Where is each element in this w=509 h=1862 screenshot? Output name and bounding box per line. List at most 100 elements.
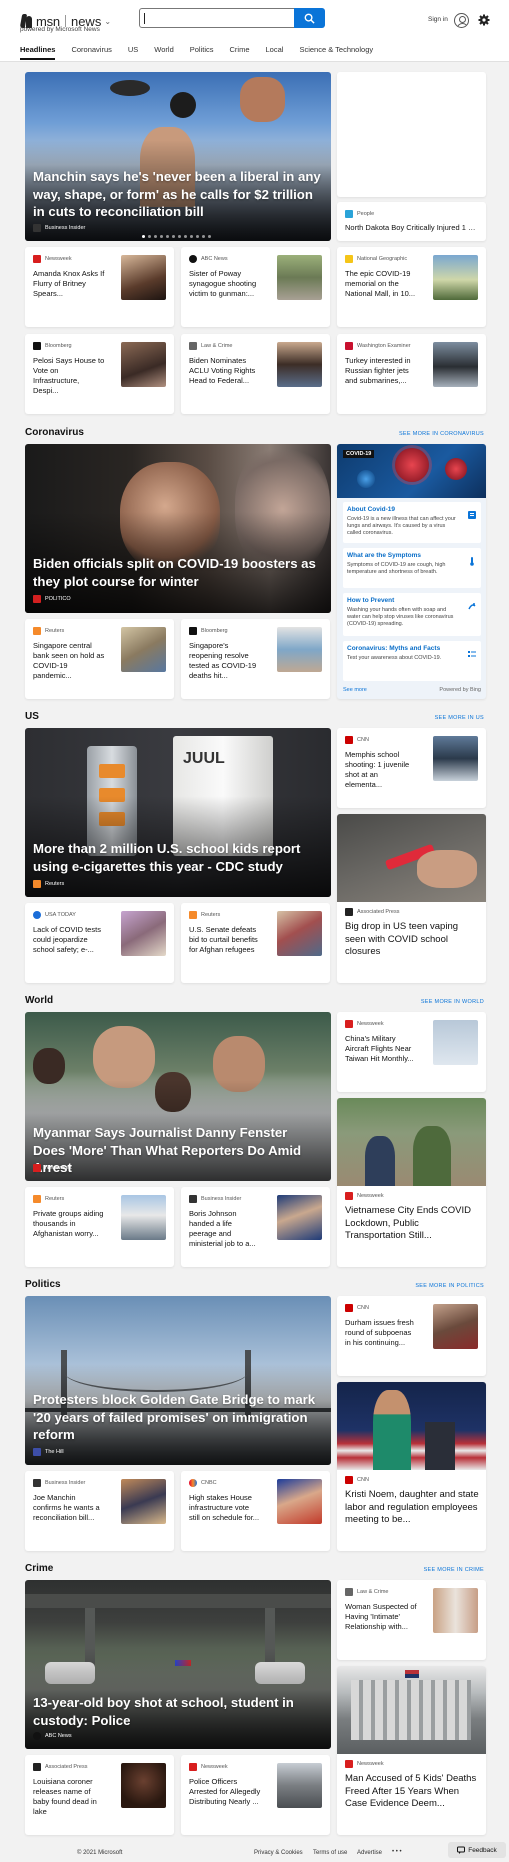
world-hero-card[interactable]: Myanmar Says Journalist Danny Fenster Do…	[25, 1012, 331, 1181]
card-headline[interactable]: Sister of Poway synagogue shooting victi…	[189, 269, 261, 299]
see-more-crime-link[interactable]: SEE MORE IN CRIME	[424, 1567, 484, 1573]
gear-icon[interactable]	[478, 14, 490, 26]
carousel-dot[interactable]	[154, 235, 157, 238]
covid-myths-row[interactable]: Coronavirus: Myths and Facts Test your a…	[343, 641, 481, 681]
search-button[interactable]	[294, 8, 325, 28]
card-headline[interactable]: Durham issues fresh round of subpoenas i…	[345, 1318, 417, 1348]
hero-headline[interactable]: Myanmar Says Journalist Danny Fenster Do…	[33, 1124, 323, 1177]
news-card[interactable]: Bloomberg Pelosi Says House to Vote on I…	[25, 334, 174, 414]
section-title-crime[interactable]: Crime	[25, 1563, 53, 1574]
more-options-button[interactable]: • • •	[392, 1849, 402, 1855]
terms-link[interactable]: Terms of use	[313, 1850, 347, 1856]
see-more-link[interactable]: See more	[343, 687, 367, 693]
section-title-us[interactable]: US	[25, 711, 39, 722]
crime-hero-card[interactable]: 13-year-old boy shot at school, student …	[25, 1580, 331, 1749]
card-headline[interactable]: Man Accused of 5 Kids' Deaths Freed Afte…	[345, 1773, 479, 1811]
covid-symptoms-row[interactable]: What are the Symptoms Symptoms of COVID-…	[343, 548, 481, 588]
hero-headline[interactable]: Biden officials split on COVID-19 booste…	[33, 555, 323, 590]
see-more-us-link[interactable]: SEE MORE IN US	[435, 715, 484, 721]
hero-headline[interactable]: Protesters block Golden Gate Bridge to m…	[33, 1391, 323, 1444]
news-card[interactable]: Newsweek Police Officers Arrested for Al…	[181, 1755, 330, 1835]
news-card[interactable]: CNN Durham issues fresh round of subpoen…	[337, 1296, 486, 1376]
nav-headlines[interactable]: Headlines	[20, 45, 56, 60]
card-headline[interactable]: Louisiana coroner releases name of baby …	[33, 1777, 105, 1817]
news-card[interactable]: Business Insider Boris Johnson handed a …	[181, 1187, 330, 1267]
card-headline[interactable]: Biden Nominates ACLU Voting Rights Head …	[189, 356, 261, 386]
nav-science-technology[interactable]: Science & Technology	[299, 45, 373, 60]
carousel-dot[interactable]	[196, 235, 199, 238]
nav-local[interactable]: Local	[266, 45, 284, 60]
news-card[interactable]: Law & Crime Biden Nominates ACLU Voting …	[181, 334, 330, 414]
news-card[interactable]: CNBC High stakes House infrastructure vo…	[181, 1471, 330, 1551]
nav-coronavirus[interactable]: Coronavirus	[71, 45, 111, 60]
card-headline[interactable]: U.S. Senate defeats bid to curtail benef…	[189, 925, 261, 955]
see-more-world-link[interactable]: SEE MORE IN WORLD	[421, 999, 484, 1005]
news-card[interactable]: Reuters Private groups aiding thousands …	[25, 1187, 174, 1267]
news-card[interactable]: Reuters Singapore central bank seen on h…	[25, 619, 174, 699]
card-headline[interactable]: The epic COVID-19 memorial on the Nation…	[345, 269, 417, 299]
carousel-dot[interactable]	[148, 235, 151, 238]
nav-crime[interactable]: Crime	[230, 45, 250, 60]
nav-us[interactable]: US	[128, 45, 138, 60]
advertise-link[interactable]: Advertise	[357, 1850, 382, 1856]
card-headline[interactable]: Lack of COVID tests could jeopardize sch…	[33, 925, 105, 955]
carousel-dot[interactable]	[160, 235, 163, 238]
news-card[interactable]: USA TODAY Lack of COVID tests could jeop…	[25, 903, 174, 983]
hero-headline[interactable]: 13-year-old boy shot at school, student …	[33, 1694, 323, 1729]
carousel-dots[interactable]	[142, 235, 211, 238]
carousel-dot[interactable]	[190, 235, 193, 238]
card-headline[interactable]: Joe Manchin confirms he wants a reconcil…	[33, 1493, 105, 1523]
card-headline[interactable]: Big drop in US teen vaping seen with COV…	[345, 921, 479, 959]
card-headline[interactable]: China's Military Aircraft Flights Near T…	[345, 1034, 417, 1064]
card-headline[interactable]: Boris Johnson handed a life peerage and …	[189, 1209, 261, 1249]
news-card[interactable]: Business Insider Joe Manchin confirms he…	[25, 1471, 174, 1551]
covid-prevent-row[interactable]: How to Prevent Washing your hands often …	[343, 593, 481, 636]
card-headline[interactable]: Turkey interested in Russian fighter jet…	[345, 356, 417, 386]
politics-hero-card[interactable]: Protesters block Golden Gate Bridge to m…	[25, 1296, 331, 1465]
card-headline[interactable]: Private groups aiding thousands in Afgha…	[33, 1209, 105, 1239]
carousel-dot[interactable]	[166, 235, 169, 238]
coronavirus-hero-card[interactable]: Biden officials split on COVID-19 booste…	[25, 444, 331, 613]
news-card[interactable]: Newsweek China's Military Aircraft Fligh…	[337, 1012, 486, 1092]
sign-in-link[interactable]: Sign in	[428, 16, 448, 23]
news-card-tall[interactable]: CNN Kristi Noem, daughter and state labo…	[337, 1382, 486, 1551]
carousel-dot[interactable]	[184, 235, 187, 238]
carousel-dot[interactable]	[142, 235, 145, 238]
nav-world[interactable]: World	[154, 45, 173, 60]
headline-side-card[interactable]: People North Dakota Boy Critically Injur…	[337, 202, 486, 241]
card-headline[interactable]: Woman Suspected of Having 'Intimate' Rel…	[345, 1602, 417, 1632]
news-card[interactable]: Law & Crime Woman Suspected of Having 'I…	[337, 1580, 486, 1660]
news-card-tall[interactable]: Newsweek Vietnamese City Ends COVID Lock…	[337, 1098, 486, 1267]
carousel-dot[interactable]	[178, 235, 181, 238]
privacy-link[interactable]: Privacy & Cookies	[254, 1850, 303, 1856]
card-headline[interactable]: Singapore central bank seen on hold as C…	[33, 641, 105, 681]
news-card[interactable]: Newsweek Amanda Knox Asks If Flurry of B…	[25, 247, 174, 327]
nav-politics[interactable]: Politics	[190, 45, 214, 60]
us-hero-card[interactable]: JUUL More than 2 million U.S. school kid…	[25, 728, 331, 897]
news-card-tall[interactable]: Associated Press Big drop in US teen vap…	[337, 814, 486, 983]
news-card[interactable]: CNN Memphis school shooting: 1 juvenile …	[337, 728, 486, 808]
chevron-down-icon[interactable]: ⌄	[104, 17, 111, 26]
card-headline[interactable]: Amanda Knox Asks If Flurry of Britney Sp…	[33, 269, 105, 299]
carousel-dot[interactable]	[172, 235, 175, 238]
feedback-button[interactable]: Feedback	[448, 1842, 506, 1858]
news-card[interactable]: National Geographic The epic COVID-19 me…	[337, 247, 486, 327]
avatar-icon[interactable]	[454, 13, 469, 28]
news-card[interactable]: Reuters U.S. Senate defeats bid to curta…	[181, 903, 330, 983]
card-headline[interactable]: High stakes House infrastructure vote st…	[189, 1493, 261, 1523]
hero-headline[interactable]: Manchin says he's 'never been a liberal …	[33, 168, 323, 221]
news-card[interactable]: Washington Examiner Turkey interested in…	[337, 334, 486, 414]
card-headline[interactable]: Pelosi Says House to Vote on Infrastruct…	[33, 356, 105, 396]
section-title-world[interactable]: World	[25, 995, 53, 1006]
news-card-tall[interactable]: Newsweek Man Accused of 5 Kids' Deaths F…	[337, 1666, 486, 1835]
news-card[interactable]: Bloomberg Singapore's reopening resolve …	[181, 619, 330, 699]
carousel-dot[interactable]	[202, 235, 205, 238]
card-headline[interactable]: North Dakota Boy Critically Injured 1 Da…	[345, 223, 479, 233]
card-headline[interactable]: Memphis school shooting: 1 juvenile shot…	[345, 750, 417, 790]
card-headline[interactable]: Police Officers Arrested for Allegedly D…	[189, 1777, 261, 1807]
see-more-politics-link[interactable]: SEE MORE IN POLITICS	[415, 1283, 484, 1289]
section-title-politics[interactable]: Politics	[25, 1279, 61, 1290]
card-headline[interactable]: Vietnamese City Ends COVID Lockdown, Pub…	[345, 1205, 479, 1243]
card-headline[interactable]: Kristi Noem, daughter and state labor an…	[345, 1489, 479, 1527]
headline-hero-card[interactable]: Manchin says he's 'never been a liberal …	[25, 72, 331, 241]
